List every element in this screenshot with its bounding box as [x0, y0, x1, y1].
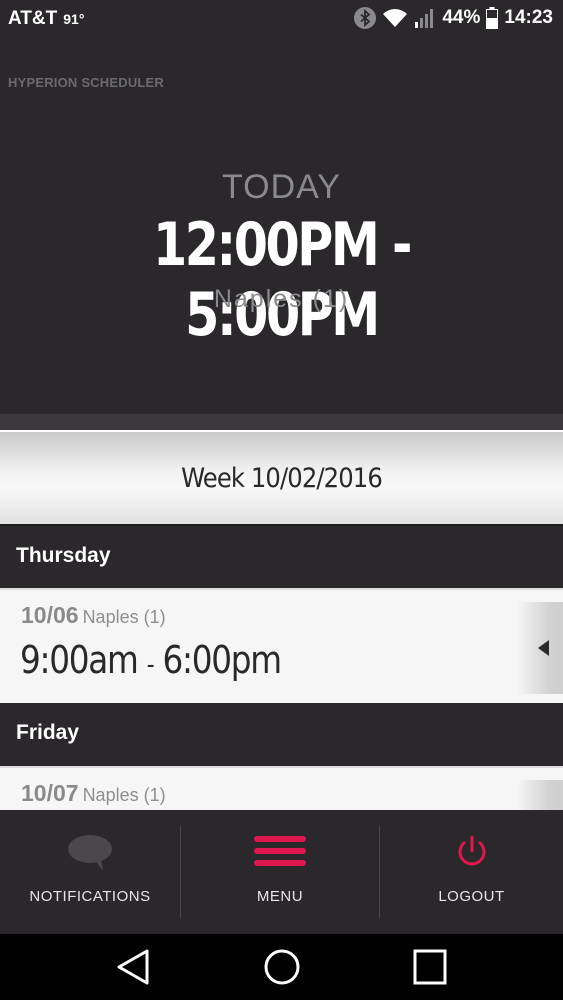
chat-bubble-icon	[67, 834, 113, 877]
back-icon[interactable]	[114, 947, 152, 992]
day-header-thursday: Thursday	[0, 526, 563, 588]
shift-date-line: 10/07 Naples (1)	[21, 780, 166, 807]
shift-start: 9:00am	[20, 638, 139, 682]
clock: 14:23	[504, 7, 553, 28]
signal-icon	[414, 8, 436, 28]
today-location: Naples (1)	[213, 285, 350, 313]
recent-apps-icon[interactable]	[411, 947, 449, 992]
power-icon	[455, 834, 489, 875]
carrier-name: AT&T	[8, 8, 58, 29]
menu-button[interactable]: MENU	[181, 810, 379, 934]
logout-button[interactable]: LOGOUT	[380, 810, 563, 934]
battery-percent: 44%	[442, 7, 481, 28]
expand-handle[interactable]	[517, 602, 563, 694]
today-label: TODAY	[222, 168, 341, 206]
day-name: Thursday	[16, 544, 111, 567]
menu-label: MENU	[256, 888, 304, 905]
bluetooth-icon	[354, 7, 377, 29]
shift-card-thursday[interactable]: 10/06 Naples (1) 9:00am - 6:00pm	[0, 588, 563, 703]
android-navigation-bar	[0, 934, 563, 1000]
status-bar: AT&T 91° 44% 14:23	[0, 0, 563, 38]
day-name: Friday	[16, 721, 80, 744]
divider	[0, 414, 563, 430]
today-time-range: 12:00PM - 5:00PM	[152, 210, 413, 350]
shift-end: 6:00pm	[162, 638, 283, 682]
day-header-friday: Friday	[0, 703, 563, 765]
week-title: Week 10/02/2016	[181, 463, 383, 494]
status-right: 44% 14:23	[354, 7, 553, 29]
logout-label: LOGOUT	[438, 888, 505, 905]
temperature: 91°	[63, 11, 85, 27]
notifications-label: NOTIFICATIONS	[29, 888, 151, 905]
home-icon[interactable]	[262, 947, 302, 992]
shift-card-friday[interactable]: 10/07 Naples (1)	[0, 766, 563, 810]
week-header: Week 10/02/2016	[0, 430, 563, 526]
chevron-left-icon	[538, 640, 549, 656]
today-panel: TODAY 12:00PM - 5:00PM Naples (1)	[0, 38, 563, 414]
bottom-nav: NOTIFICATIONS MENU LOGOUT	[0, 810, 563, 934]
shift-time: 9:00am - 6:00pm	[20, 638, 283, 682]
hamburger-icon	[254, 834, 306, 873]
shift-date: 10/07	[21, 780, 79, 806]
shift-location: Naples (1)	[82, 785, 166, 805]
shift-location: Naples (1)	[82, 607, 166, 627]
shift-date: 10/06	[21, 602, 79, 628]
shift-date-line: 10/06 Naples (1)	[21, 602, 166, 629]
battery-icon	[486, 7, 499, 29]
notifications-button[interactable]: NOTIFICATIONS	[0, 810, 180, 934]
shift-separator: -	[146, 650, 155, 680]
wifi-icon	[382, 8, 408, 28]
status-left: AT&T 91°	[8, 8, 84, 30]
expand-handle[interactable]	[517, 780, 563, 810]
